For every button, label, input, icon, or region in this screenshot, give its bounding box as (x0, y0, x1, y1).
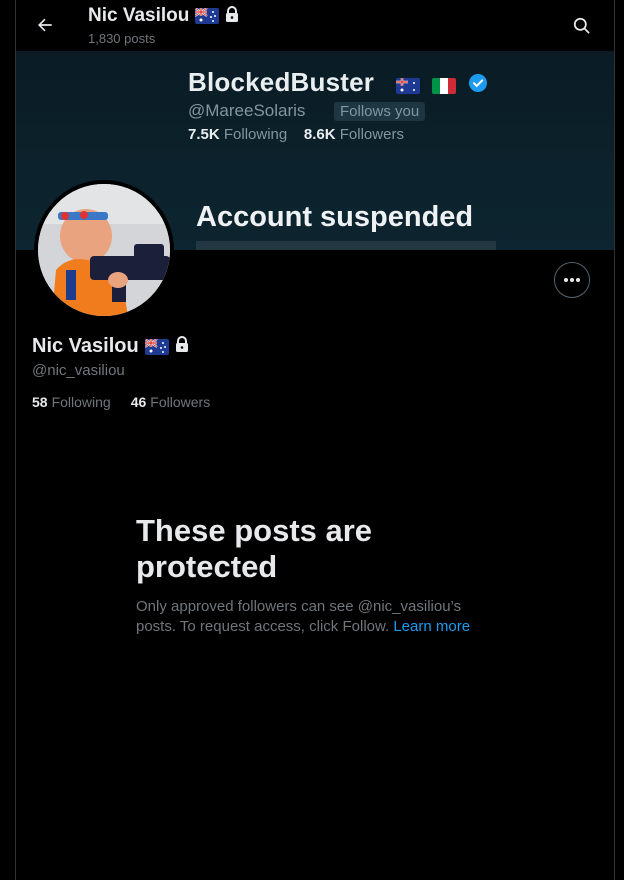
search-button[interactable] (564, 8, 598, 42)
banner-stats: 7.5K Following 8.6K Followers (188, 126, 404, 143)
banner-follows-badge: Follows you (334, 102, 426, 121)
search-icon (573, 17, 589, 33)
banner-cut-text (196, 241, 496, 250)
australia-flag-icon (144, 338, 169, 355)
profile-name-row: Nic Vasilou (32, 335, 189, 358)
profile-column: Nic Vasilou 1,830 posts BlockedBuster @M… (15, 0, 615, 880)
banner-flags (396, 73, 488, 98)
following-label: Following (51, 394, 111, 410)
arrow-left-icon (38, 18, 52, 32)
lock-icon (175, 336, 189, 357)
profile-stats: 58 Following 46 Followers (32, 394, 210, 410)
lock-icon (225, 5, 239, 27)
australia-flag-icon (396, 77, 420, 94)
banner-handle: @MareeSolaris (188, 101, 306, 120)
australia-flag-icon (195, 8, 220, 24)
banner-following-count: 7.5K (188, 126, 220, 143)
more-options-button[interactable] (554, 262, 590, 298)
followers-label: Followers (150, 394, 211, 410)
header-title: Nic Vasilou (88, 5, 239, 27)
italy-flag-icon (432, 77, 456, 94)
protected-title: These posts are protected (136, 513, 373, 584)
top-bar: Nic Vasilou 1,830 posts (16, 0, 614, 51)
banner-followers-count: 8.6K (303, 126, 336, 143)
learn-more-link[interactable]: Learn more (393, 618, 470, 635)
header-name: Nic Vasilou (88, 5, 190, 26)
post-count: 1,830 posts (88, 31, 156, 46)
followers-count: 46 (130, 394, 147, 410)
protected-body: Only approved followers can see @nic_vas… (136, 597, 496, 637)
profile-name: Nic Vasilou (32, 335, 139, 357)
banner-suspended-text: Account suspended (196, 201, 474, 233)
avatar[interactable] (34, 180, 174, 320)
profile-handle: @nic_vasiliou (32, 362, 125, 379)
avatar-photo (38, 184, 170, 316)
banner-following-label: Following (223, 126, 288, 143)
banner-followers-label: Followers (339, 126, 404, 143)
following-link[interactable]: 58 Following (32, 394, 111, 410)
protected-notice: These posts are protected Only approved … (136, 513, 496, 637)
back-button[interactable] (28, 8, 62, 42)
verified-badge-icon (468, 73, 488, 98)
banner-display-name: BlockedBuster (188, 67, 375, 97)
more-horizontal-icon (564, 278, 580, 282)
following-count: 58 (32, 394, 48, 410)
followers-link[interactable]: 46 Followers (131, 394, 210, 410)
